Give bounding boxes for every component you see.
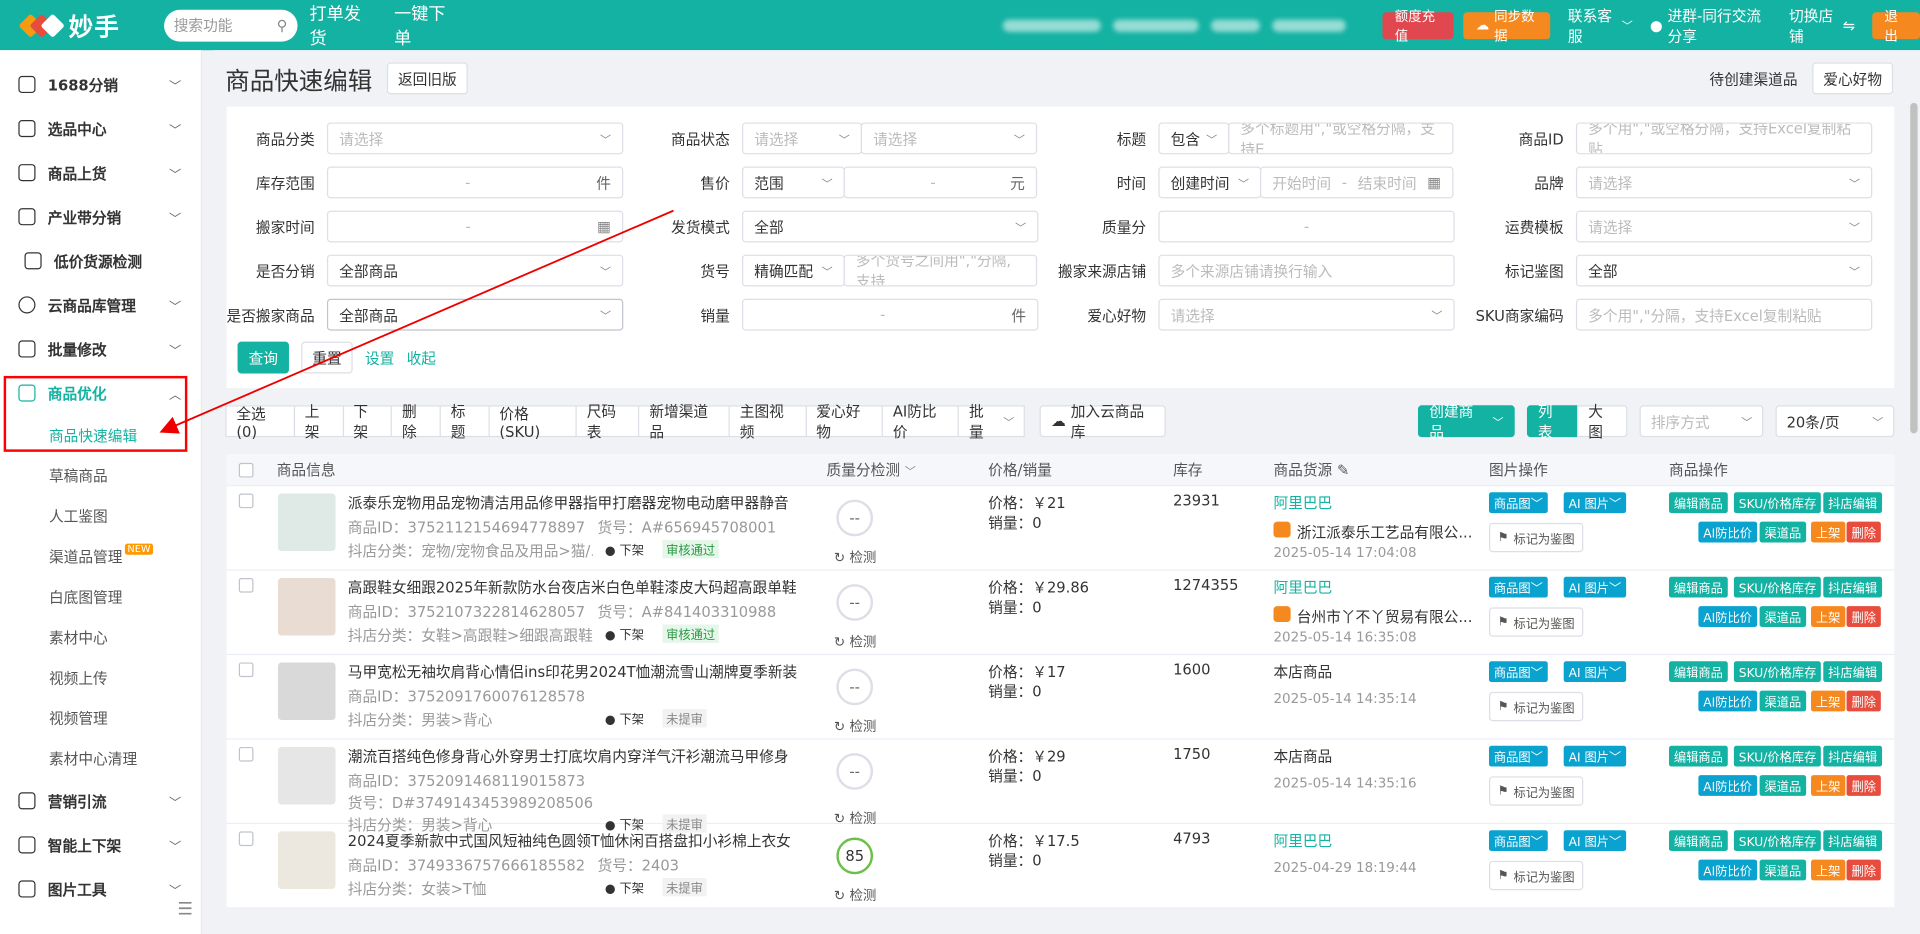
- annotation-arrow: [159, 209, 674, 434]
